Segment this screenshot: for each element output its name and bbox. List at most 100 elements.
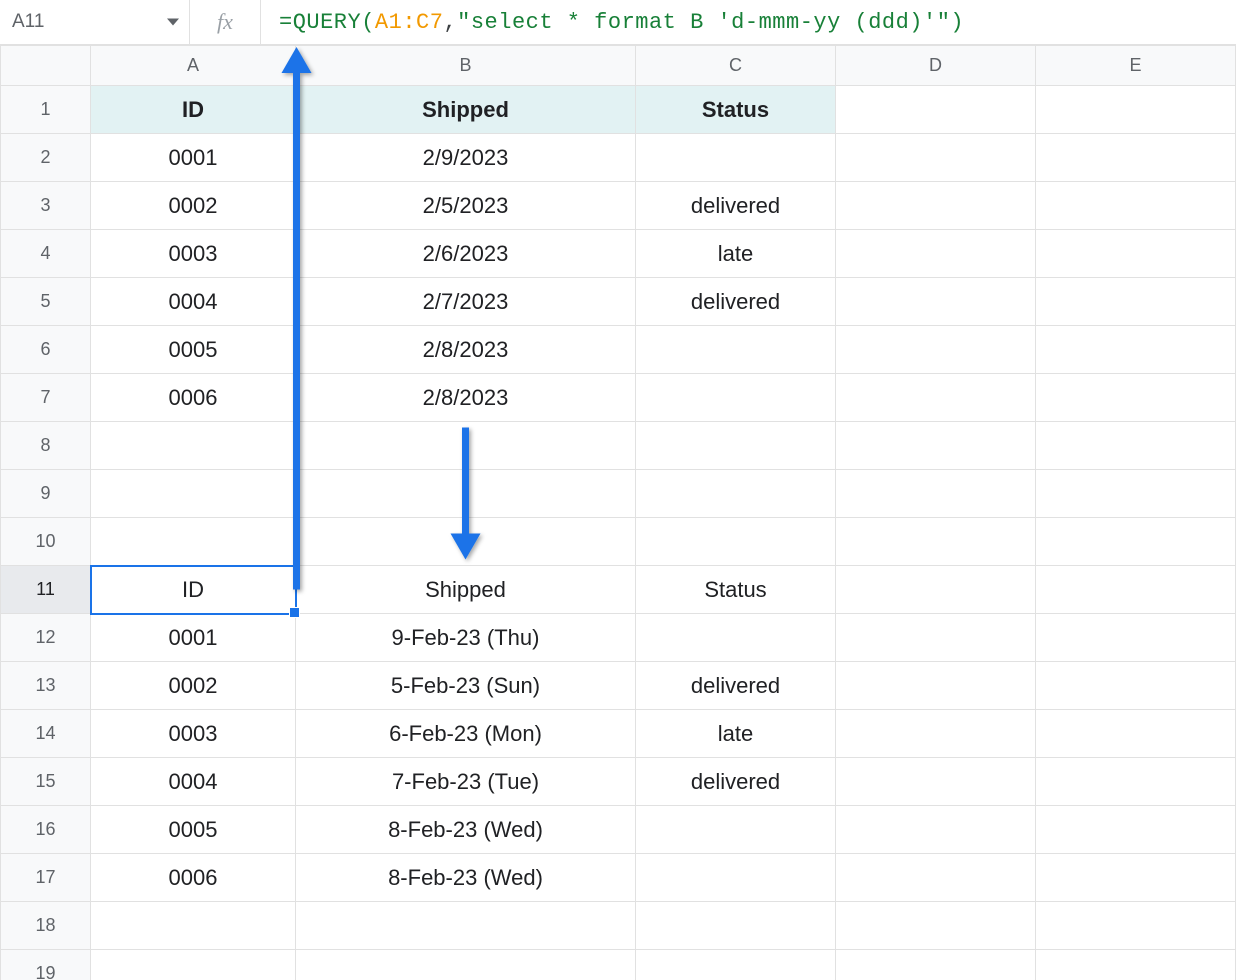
cell-A17[interactable]: 0006 <box>91 854 296 902</box>
cell-D12[interactable] <box>836 614 1036 662</box>
cell-B6[interactable]: 2/8/2023 <box>296 326 636 374</box>
cell-D16[interactable] <box>836 806 1036 854</box>
cell-A16[interactable]: 0005 <box>91 806 296 854</box>
cell-E11[interactable] <box>1036 566 1236 614</box>
cell-E6[interactable] <box>1036 326 1236 374</box>
cell-D3[interactable] <box>836 182 1036 230</box>
row-header-17[interactable]: 17 <box>1 854 91 902</box>
column-header-C[interactable]: C <box>636 46 836 86</box>
cell-D17[interactable] <box>836 854 1036 902</box>
cell-D9[interactable] <box>836 470 1036 518</box>
cell-E18[interactable] <box>1036 902 1236 950</box>
cell-C15[interactable]: delivered <box>636 758 836 806</box>
cell-E5[interactable] <box>1036 278 1236 326</box>
cell-C19[interactable] <box>636 950 836 980</box>
cell-D11[interactable] <box>836 566 1036 614</box>
row-header-11[interactable]: 11 <box>1 566 91 614</box>
cell-B7[interactable]: 2/8/2023 <box>296 374 636 422</box>
cell-A11[interactable]: ID <box>91 566 296 614</box>
cell-C9[interactable] <box>636 470 836 518</box>
cell-B9[interactable] <box>296 470 636 518</box>
cell-B8[interactable] <box>296 422 636 470</box>
cell-E3[interactable] <box>1036 182 1236 230</box>
row-header-13[interactable]: 13 <box>1 662 91 710</box>
cell-C5[interactable]: delivered <box>636 278 836 326</box>
cell-E4[interactable] <box>1036 230 1236 278</box>
cell-E16[interactable] <box>1036 806 1236 854</box>
cell-A14[interactable]: 0003 <box>91 710 296 758</box>
cell-E10[interactable] <box>1036 518 1236 566</box>
cell-B5[interactable]: 2/7/2023 <box>296 278 636 326</box>
row-header-10[interactable]: 10 <box>1 518 91 566</box>
sheet-table[interactable]: A B C D E 1IDShippedStatus200012/9/20233… <box>0 45 1236 980</box>
column-header-E[interactable]: E <box>1036 46 1236 86</box>
column-header-B[interactable]: B <box>296 46 636 86</box>
cell-B2[interactable]: 2/9/2023 <box>296 134 636 182</box>
cell-D18[interactable] <box>836 902 1036 950</box>
cell-E7[interactable] <box>1036 374 1236 422</box>
row-header-8[interactable]: 8 <box>1 422 91 470</box>
cell-E12[interactable] <box>1036 614 1236 662</box>
cell-A8[interactable] <box>91 422 296 470</box>
cell-B3[interactable]: 2/5/2023 <box>296 182 636 230</box>
cell-C3[interactable]: delivered <box>636 182 836 230</box>
cell-C14[interactable]: late <box>636 710 836 758</box>
cell-B15[interactable]: 7-Feb-23 (Tue) <box>296 758 636 806</box>
cell-B14[interactable]: 6-Feb-23 (Mon) <box>296 710 636 758</box>
cell-C4[interactable]: late <box>636 230 836 278</box>
row-header-3[interactable]: 3 <box>1 182 91 230</box>
cell-B17[interactable]: 8-Feb-23 (Wed) <box>296 854 636 902</box>
cell-D4[interactable] <box>836 230 1036 278</box>
cell-E8[interactable] <box>1036 422 1236 470</box>
cell-B13[interactable]: 5-Feb-23 (Sun) <box>296 662 636 710</box>
cell-C13[interactable]: delivered <box>636 662 836 710</box>
cell-B4[interactable]: 2/6/2023 <box>296 230 636 278</box>
cell-A2[interactable]: 0001 <box>91 134 296 182</box>
cell-E14[interactable] <box>1036 710 1236 758</box>
row-header-19[interactable]: 19 <box>1 950 91 980</box>
cell-C12[interactable] <box>636 614 836 662</box>
cell-C7[interactable] <box>636 374 836 422</box>
cell-D2[interactable] <box>836 134 1036 182</box>
cell-A1[interactable]: ID <box>91 86 296 134</box>
cell-D6[interactable] <box>836 326 1036 374</box>
cell-A4[interactable]: 0003 <box>91 230 296 278</box>
select-all-corner[interactable] <box>1 46 91 86</box>
row-header-16[interactable]: 16 <box>1 806 91 854</box>
row-header-5[interactable]: 5 <box>1 278 91 326</box>
cell-B11[interactable]: Shipped <box>296 566 636 614</box>
cell-B10[interactable] <box>296 518 636 566</box>
column-header-A[interactable]: A <box>91 46 296 86</box>
cell-C16[interactable] <box>636 806 836 854</box>
cell-C11[interactable]: Status <box>636 566 836 614</box>
cell-C8[interactable] <box>636 422 836 470</box>
row-header-7[interactable]: 7 <box>1 374 91 422</box>
row-header-1[interactable]: 1 <box>1 86 91 134</box>
cell-B18[interactable] <box>296 902 636 950</box>
row-header-18[interactable]: 18 <box>1 902 91 950</box>
cell-E2[interactable] <box>1036 134 1236 182</box>
cell-E19[interactable] <box>1036 950 1236 980</box>
cell-A3[interactable]: 0002 <box>91 182 296 230</box>
row-header-2[interactable]: 2 <box>1 134 91 182</box>
cell-C18[interactable] <box>636 902 836 950</box>
cell-C1[interactable]: Status <box>636 86 836 134</box>
cell-A15[interactable]: 0004 <box>91 758 296 806</box>
cell-A18[interactable] <box>91 902 296 950</box>
cell-D14[interactable] <box>836 710 1036 758</box>
cell-A6[interactable]: 0005 <box>91 326 296 374</box>
cell-E1[interactable] <box>1036 86 1236 134</box>
cell-D5[interactable] <box>836 278 1036 326</box>
cell-E15[interactable] <box>1036 758 1236 806</box>
fill-handle[interactable] <box>289 607 300 618</box>
cell-B1[interactable]: Shipped <box>296 86 636 134</box>
cell-C6[interactable] <box>636 326 836 374</box>
cell-E9[interactable] <box>1036 470 1236 518</box>
row-header-14[interactable]: 14 <box>1 710 91 758</box>
cell-A5[interactable]: 0004 <box>91 278 296 326</box>
cell-D13[interactable] <box>836 662 1036 710</box>
cell-D8[interactable] <box>836 422 1036 470</box>
cell-E17[interactable] <box>1036 854 1236 902</box>
cell-A10[interactable] <box>91 518 296 566</box>
fx-icon[interactable]: fx <box>190 0 261 44</box>
